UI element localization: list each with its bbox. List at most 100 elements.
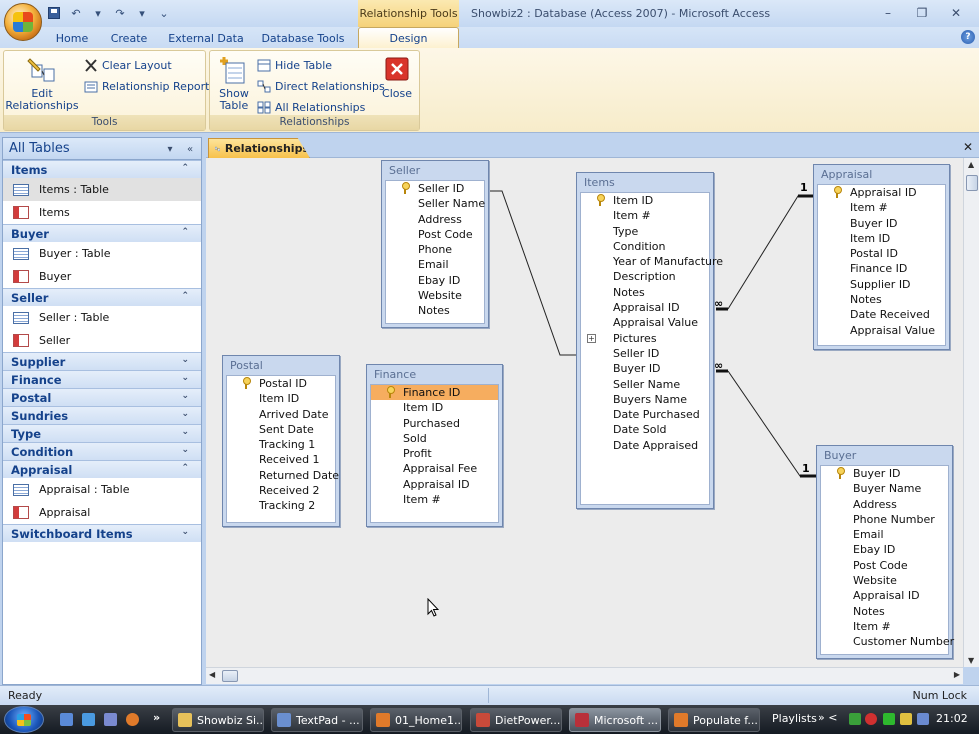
- field-post-code[interactable]: Post Code: [386, 227, 484, 242]
- nav-item-buyer-table[interactable]: Buyer : Table: [3, 242, 201, 265]
- field-item-id[interactable]: Item ID: [227, 391, 335, 406]
- relationship-items-appraisal[interactable]: [727, 195, 813, 310]
- field-arrived-date[interactable]: Arrived Date: [227, 407, 335, 422]
- tab-relationships[interactable]: Relationships: [208, 138, 310, 158]
- minimize-button[interactable]: –: [871, 3, 905, 23]
- chevron-up-icon[interactable]: ⌃: [181, 291, 189, 301]
- field-website[interactable]: Website: [386, 288, 484, 303]
- chevron-down-icon[interactable]: ⌄: [181, 445, 189, 455]
- nav-item-buyer[interactable]: Buyer: [3, 265, 201, 288]
- field-email[interactable]: Email: [386, 257, 484, 272]
- field-appraisal-value[interactable]: Appraisal Value: [818, 323, 945, 338]
- field-list-title[interactable]: Appraisal: [814, 165, 949, 184]
- field-list-title[interactable]: Buyer: [817, 446, 952, 465]
- field-website[interactable]: Website: [821, 573, 948, 588]
- nav-group-seller[interactable]: Seller ⌃: [3, 288, 201, 306]
- field-list-title[interactable]: Items: [577, 173, 713, 192]
- tray-expand-icon[interactable]: » <: [818, 711, 837, 724]
- close-relationships-button[interactable]: Close: [378, 55, 416, 100]
- field-email[interactable]: Email: [821, 527, 948, 542]
- field-buyer-id[interactable]: Buyer ID: [821, 466, 948, 481]
- taskbar-button-populate-f[interactable]: Populate f...: [668, 708, 760, 732]
- field-list-title[interactable]: Seller: [382, 161, 488, 180]
- nav-group-buyer[interactable]: Buyer ⌃: [3, 224, 201, 242]
- show-desktop-icon[interactable]: [60, 713, 73, 726]
- firefox-icon[interactable]: [126, 713, 139, 726]
- nav-group-finance[interactable]: Finance ⌄: [3, 370, 201, 388]
- save-button[interactable]: [46, 5, 62, 21]
- tab-external-data[interactable]: External Data: [166, 29, 246, 48]
- customize-qat-button[interactable]: ⌄: [156, 5, 172, 21]
- field-item-id[interactable]: Item ID: [581, 193, 709, 208]
- all-relationships-button[interactable]: All Relationships: [257, 98, 365, 116]
- clear-layout-button[interactable]: Clear Layout: [84, 56, 172, 74]
- field-date-appraised[interactable]: Date Appraised: [581, 438, 709, 453]
- field-seller-id[interactable]: Seller ID: [581, 346, 709, 361]
- field-seller-name[interactable]: Seller Name: [581, 377, 709, 392]
- field-list-seller[interactable]: Seller Seller ID Seller Name Address Post Co…: [381, 160, 489, 328]
- quick-launch-icon[interactable]: [104, 713, 117, 726]
- field-item[interactable]: Item #: [821, 619, 948, 634]
- redo-dropdown[interactable]: ▾: [134, 5, 150, 21]
- field-received-2[interactable]: Received 2: [227, 483, 335, 498]
- nav-group-postal[interactable]: Postal ⌄: [3, 388, 201, 406]
- scroll-down-icon[interactable]: ▼: [968, 656, 974, 665]
- field-tracking-1[interactable]: Tracking 1: [227, 437, 335, 452]
- nav-group-supplier[interactable]: Supplier ⌄: [3, 352, 201, 370]
- field-finance-id[interactable]: Finance ID: [818, 261, 945, 276]
- edit-relationships-button[interactable]: Edit Relationships: [5, 55, 79, 112]
- tab-database-tools[interactable]: Database Tools: [258, 29, 348, 48]
- quick-launch-icon[interactable]: [82, 713, 95, 726]
- tray-security-icon[interactable]: [865, 713, 877, 725]
- field-postal-id[interactable]: Postal ID: [227, 376, 335, 391]
- nav-group-sundries[interactable]: Sundries ⌄: [3, 406, 201, 424]
- horizontal-scroll-thumb[interactable]: [222, 670, 238, 682]
- tab-create[interactable]: Create: [104, 29, 154, 48]
- scroll-up-icon[interactable]: ▲: [968, 160, 974, 169]
- field-sent-date[interactable]: Sent Date: [227, 422, 335, 437]
- chevron-down-icon[interactable]: ⌄: [181, 391, 189, 401]
- hide-table-button[interactable]: Hide Table: [257, 56, 332, 74]
- field-returned-date[interactable]: Returned Date: [227, 468, 339, 483]
- field-supplier-id[interactable]: Supplier ID: [818, 277, 945, 292]
- scroll-right-icon[interactable]: ▶: [954, 670, 960, 679]
- chevron-down-icon[interactable]: ⌄: [181, 409, 189, 419]
- taskbar-button-01-home1[interactable]: 01_Home1...: [370, 708, 462, 732]
- direct-relationships-button[interactable]: Direct Relationships: [257, 77, 385, 95]
- taskbar-button-textpad[interactable]: TextPad - ...: [271, 708, 363, 732]
- field-item[interactable]: Item #: [581, 208, 709, 223]
- field-buyer-name[interactable]: Buyer Name: [821, 481, 948, 496]
- relationship-report-button[interactable]: Relationship Report: [84, 77, 210, 95]
- field-postal-id[interactable]: Postal ID: [818, 246, 945, 261]
- close-document-icon[interactable]: ✕: [963, 140, 973, 154]
- nav-group-condition[interactable]: Condition ⌄: [3, 442, 201, 460]
- field-item[interactable]: Item #: [371, 492, 498, 507]
- chevron-up-icon[interactable]: ⌃: [181, 163, 189, 173]
- field-date-received[interactable]: Date Received: [818, 307, 945, 322]
- field-item[interactable]: Item #: [818, 200, 945, 215]
- field-ebay-id[interactable]: Ebay ID: [386, 273, 484, 288]
- field-address[interactable]: Address: [821, 497, 948, 512]
- field-list-buyer[interactable]: Buyer Buyer ID Buyer Name Address Phone Numb…: [816, 445, 954, 659]
- tray-power-icon[interactable]: [900, 713, 912, 725]
- field-customer-number[interactable]: Customer Number: [821, 634, 954, 649]
- tray-app-icon[interactable]: [849, 713, 861, 725]
- field-notes[interactable]: Notes: [821, 604, 948, 619]
- field-tracking-2[interactable]: Tracking 2: [227, 498, 335, 513]
- field-notes[interactable]: Notes: [581, 285, 709, 300]
- field-condition[interactable]: Condition: [581, 239, 709, 254]
- shutter-bar-close-icon[interactable]: «: [183, 142, 197, 156]
- relationship-items-buyer[interactable]: [727, 370, 816, 477]
- help-icon[interactable]: ?: [961, 30, 975, 44]
- maximize-button[interactable]: ❐: [905, 3, 939, 23]
- field-list-finance[interactable]: Finance Finance ID Item ID Purchased Sold Pro…: [366, 364, 503, 527]
- field-seller-name[interactable]: Seller Name: [386, 196, 485, 211]
- field-year-of-manufacture[interactable]: Year of Manufacture: [581, 254, 723, 269]
- field-appraisal-fee[interactable]: Appraisal Fee: [371, 461, 498, 476]
- field-list-postal[interactable]: Postal Postal ID Item ID Arrived Date Sent D…: [222, 355, 340, 527]
- field-finance-id[interactable]: Finance ID: [371, 385, 498, 401]
- taskbar-button-showbiz-si[interactable]: Showbiz Si...: [172, 708, 264, 732]
- horizontal-scrollbar[interactable]: ◀ ▶: [206, 667, 963, 684]
- nav-pane-header[interactable]: All Tables ▾ «: [3, 138, 201, 160]
- chevron-up-icon[interactable]: ⌃: [181, 463, 189, 473]
